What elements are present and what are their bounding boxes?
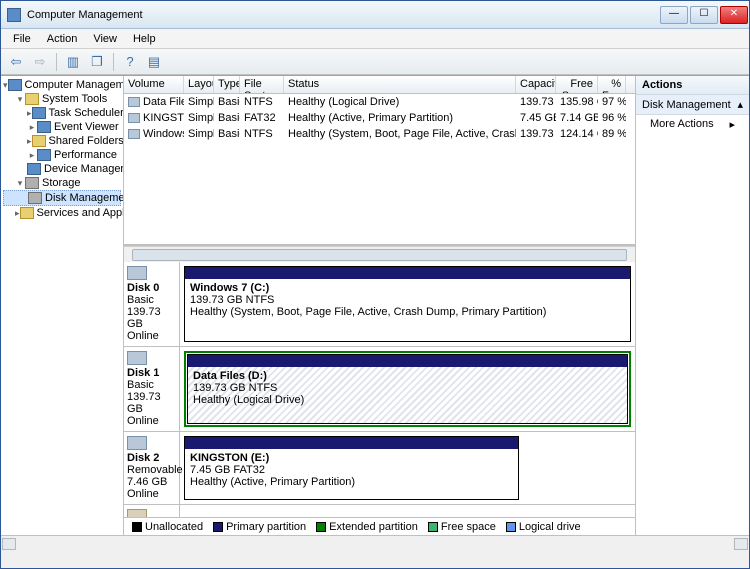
volume-header-row[interactable]: Volume Layout Type File System Status Ca… — [124, 76, 635, 94]
disk-row[interactable]: Disk 2Removable7.46 GBOnlineKINGSTON (E:… — [124, 432, 635, 505]
col-layout[interactable]: Layout — [184, 76, 214, 93]
status-scroll-left[interactable] — [2, 538, 16, 550]
col-type[interactable]: Type — [214, 76, 240, 93]
help-button[interactable]: ? — [119, 51, 141, 73]
menu-view[interactable]: View — [85, 31, 125, 47]
close-button[interactable]: ✕ — [720, 6, 748, 24]
disk-row[interactable]: Disk 0Basic139.73 GBOnlineWindows 7 (C:)… — [124, 262, 635, 347]
disk-icon — [127, 436, 147, 450]
forward-button[interactable]: ⇨ — [29, 51, 51, 73]
volume-row[interactable]: Windows 7 (C:)SimpleBasicNTFSHealthy (Sy… — [124, 126, 635, 142]
volume-scrollbar[interactable] — [124, 246, 635, 262]
legend: Unallocated Primary partition Extended p… — [124, 517, 635, 535]
legend-extended: Extended partition — [329, 521, 418, 533]
window-title: Computer Management — [27, 9, 659, 21]
col-filesystem[interactable]: File System — [240, 76, 284, 93]
menu-help[interactable]: Help — [125, 31, 164, 47]
tree-label: Storage — [42, 177, 81, 189]
tree-label: Event Viewer — [54, 121, 119, 133]
tree-root[interactable]: ▾Computer Management (Local — [3, 78, 121, 92]
tree-label: Services and Applications — [37, 207, 124, 219]
status-bar — [1, 535, 749, 551]
col-status[interactable]: Status — [284, 76, 516, 93]
tree-system-tools[interactable]: ▾System Tools — [3, 92, 121, 106]
legend-freespace: Free space — [441, 521, 496, 533]
tree-services-apps[interactable]: ▸Services and Applications — [3, 206, 121, 220]
minimize-button[interactable]: — — [660, 6, 688, 24]
main-content: Volume Layout Type File System Status Ca… — [124, 76, 635, 535]
toolbar: ⇦ ⇨ ▥ ❐ ? ▤ — [1, 49, 749, 75]
partition[interactable]: KINGSTON (E:)7.45 GB FAT32Healthy (Activ… — [184, 436, 519, 500]
tree-label: Task Scheduler — [49, 107, 124, 119]
view-list-button[interactable]: ▤ — [143, 51, 165, 73]
volume-list[interactable]: Volume Layout Type File System Status Ca… — [124, 76, 635, 246]
disk-icon — [127, 351, 147, 365]
app-icon — [7, 8, 21, 22]
tree-event-viewer[interactable]: ▸Event Viewer — [3, 120, 121, 134]
actions-panel: Actions Disk Management▴ More Actions▸ — [635, 76, 749, 535]
disk-icon — [127, 509, 147, 517]
actions-header: Actions — [636, 76, 749, 95]
disk-row[interactable]: Disk 1Basic139.73 GBOnlineData Files (D:… — [124, 347, 635, 432]
show-hide-tree-button[interactable]: ▥ — [62, 51, 84, 73]
actions-section[interactable]: Disk Management▴ — [636, 95, 749, 115]
menu-file[interactable]: File — [5, 31, 39, 47]
collapse-icon: ▴ — [737, 98, 743, 111]
col-volume[interactable]: Volume — [124, 76, 184, 93]
partition[interactable]: Data Files (D:)139.73 GB NTFSHealthy (Lo… — [184, 351, 631, 427]
tree-label: System Tools — [42, 93, 107, 105]
tree-label: Computer Management (Local — [25, 79, 124, 91]
tree-task-scheduler[interactable]: ▸Task Scheduler — [3, 106, 121, 120]
tree-label: Device Manager — [44, 163, 124, 175]
col-pctfree[interactable]: % Free — [598, 76, 626, 93]
volume-row[interactable]: KINGSTON (E:)SimpleBasicFAT32Healthy (Ac… — [124, 110, 635, 126]
tree-shared-folders[interactable]: ▸Shared Folders — [3, 134, 121, 148]
legend-logical: Logical drive — [519, 521, 581, 533]
action-more[interactable]: More Actions▸ — [636, 115, 749, 134]
partition[interactable]: Windows 7 (C:)139.73 GB NTFSHealthy (Sys… — [184, 266, 631, 342]
menu-action[interactable]: Action — [39, 31, 86, 47]
title-bar: Computer Management — ☐ ✕ — [1, 1, 749, 29]
tree-label: Shared Folders — [49, 135, 124, 147]
tree-storage[interactable]: ▾Storage — [3, 176, 121, 190]
legend-primary: Primary partition — [226, 521, 306, 533]
col-freespace[interactable]: Free Space — [556, 76, 598, 93]
disk-icon — [127, 266, 147, 280]
refresh-button[interactable]: ❐ — [86, 51, 108, 73]
maximize-button[interactable]: ☐ — [690, 6, 718, 24]
tree-disk-management[interactable]: Disk Management — [3, 190, 121, 206]
col-capacity[interactable]: Capacity — [516, 76, 556, 93]
navigation-tree[interactable]: ▾Computer Management (Local ▾System Tool… — [1, 76, 124, 535]
legend-unallocated: Unallocated — [145, 521, 203, 533]
status-scroll-right[interactable] — [734, 538, 748, 550]
back-button[interactable]: ⇦ — [5, 51, 27, 73]
disk-graphical-view[interactable]: Disk 0Basic139.73 GBOnlineWindows 7 (C:)… — [124, 262, 635, 517]
chevron-right-icon: ▸ — [729, 118, 735, 131]
tree-label: Performance — [54, 149, 117, 161]
menu-bar: File Action View Help — [1, 29, 749, 49]
tree-performance[interactable]: ▸Performance — [3, 148, 121, 162]
disk-row[interactable]: CD-ROM 0DVD (G:)No Media — [124, 505, 635, 517]
volume-row[interactable]: Data Files (D:)SimpleBasicNTFSHealthy (L… — [124, 94, 635, 110]
tree-device-manager[interactable]: Device Manager — [3, 162, 121, 176]
tree-label: Disk Management — [45, 192, 124, 204]
